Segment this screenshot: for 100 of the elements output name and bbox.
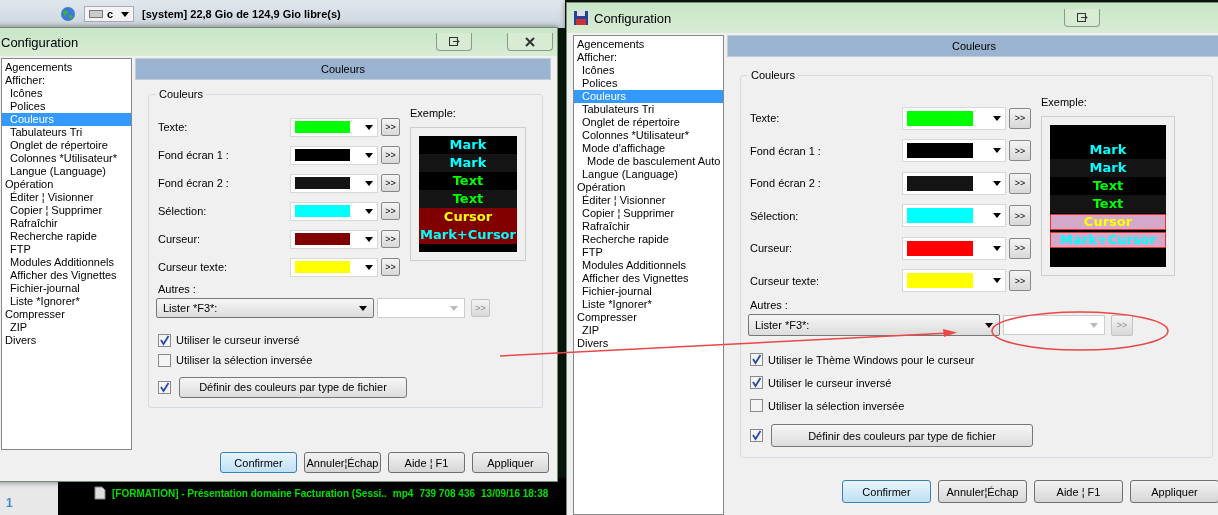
sidebar-item[interactable]: FTP (574, 246, 723, 259)
sidebar-item[interactable]: Liste *Ignorer* (574, 298, 723, 311)
dialog-button[interactable]: Aide ¦ F1 (388, 452, 465, 473)
sidebar-item[interactable]: Mode d'affichage (574, 142, 723, 155)
checkbox[interactable] (750, 353, 763, 366)
sidebar-item[interactable]: Opération (2, 178, 131, 191)
sidebar-item[interactable]: Recherche rapide (2, 230, 131, 243)
sidebar-item[interactable]: Fichier-journal (574, 285, 723, 298)
sidebar-item[interactable]: Compresser (574, 311, 723, 324)
sidebar-item[interactable]: Colonnes *Utilisateur* (574, 129, 723, 142)
sidebar-item[interactable]: Langue (Language) (2, 165, 131, 178)
sidebar-item[interactable]: Mode de basculement Auto (574, 155, 723, 168)
color-dropdown[interactable] (902, 269, 1006, 293)
sidebar-item[interactable]: Tabulateurs Tri (574, 103, 723, 116)
others-dropdown[interactable]: Lister *F3*: (156, 298, 374, 318)
sidebar-item[interactable]: Liste *Ignorer* (2, 295, 131, 308)
sidebar-item[interactable]: Recherche rapide (574, 233, 723, 246)
sidebar-item[interactable]: Afficher des Vignettes (2, 269, 131, 282)
restore-button[interactable] (1064, 9, 1100, 27)
more-button[interactable]: >> (381, 230, 400, 248)
sidebar-item[interactable]: Onglet de répertoire (574, 116, 723, 129)
more-button[interactable]: >> (1009, 237, 1031, 259)
color-dropdown[interactable] (902, 139, 1006, 163)
checkbox-label[interactable]: Utiliser la sélection inversée (768, 399, 905, 412)
sidebar-item[interactable]: Agencements (2, 61, 131, 74)
define-colors-button[interactable]: Définir des couleurs par type de fichier (179, 376, 407, 398)
dialog-button[interactable]: Aide ¦ F1 (1034, 480, 1123, 503)
define-colors-button[interactable]: Définir des couleurs par type de fichier (771, 424, 1033, 447)
more-button[interactable]: >> (1009, 140, 1031, 162)
sidebar-item[interactable]: Tabulateurs Tri (2, 126, 131, 139)
checkbox[interactable] (750, 399, 763, 412)
dialog-button[interactable]: Confirmer (220, 452, 297, 473)
color-dropdown[interactable] (290, 145, 378, 165)
restore-button[interactable] (436, 33, 472, 51)
drive-dropdown[interactable]: c (84, 6, 134, 22)
sidebar-item[interactable]: ZIP (574, 324, 723, 337)
more-button[interactable]: >> (381, 118, 400, 136)
color-dropdown[interactable] (902, 171, 1006, 195)
globe-icon[interactable] (60, 6, 76, 22)
sidebar-item[interactable]: Copier ¦ Supprimer (2, 204, 131, 217)
color-dropdown[interactable] (290, 173, 378, 193)
color-dropdown[interactable] (902, 236, 1006, 260)
close-button[interactable] (507, 33, 553, 51)
sidebar-item[interactable]: Polices (574, 77, 723, 90)
dialog-button[interactable]: Annuler¦Échap (938, 480, 1027, 503)
more-button[interactable]: >> (381, 174, 400, 192)
more-button[interactable]: >> (381, 202, 400, 220)
more-button[interactable]: >> (1009, 107, 1031, 129)
more-button[interactable]: >> (381, 146, 400, 164)
sidebar-item[interactable]: Agencements (574, 38, 723, 51)
sidebar-item[interactable]: Afficher des Vignettes (574, 272, 723, 285)
sidebar-item[interactable]: Copier ¦ Supprimer (574, 207, 723, 220)
sidebar-item[interactable]: Afficher: (2, 74, 131, 87)
sidebar-item[interactable]: Rafraîchir (2, 217, 131, 230)
sidebar-item[interactable]: Rafraîchir (574, 220, 723, 233)
others-dropdown[interactable]: Lister *F3*: (748, 314, 1000, 336)
field-label: Curseur texte: (750, 274, 821, 287)
sidebar-item[interactable]: ZIP (2, 321, 131, 334)
sidebar-item[interactable]: Polices (2, 100, 131, 113)
dialog-button[interactable]: Appliquer (472, 452, 549, 473)
sidebar-item[interactable]: Divers (574, 337, 723, 350)
dialog-button[interactable]: Confirmer (842, 480, 931, 503)
color-dropdown[interactable] (902, 106, 1006, 130)
sidebar-item[interactable]: Fichier-journal (2, 282, 131, 295)
sidebar-item[interactable]: FTP (2, 243, 131, 256)
file-name[interactable]: [FORMATION] - Présentation domaine Facturation (Sessi.. (112, 487, 387, 499)
sidebar-item[interactable]: Opération (574, 181, 723, 194)
more-button[interactable]: >> (381, 258, 400, 276)
dialog-button[interactable]: Appliquer (1130, 480, 1218, 503)
checkbox[interactable] (750, 376, 763, 389)
checkbox[interactable] (158, 333, 171, 347)
checkbox[interactable] (158, 353, 171, 367)
checkbox-label[interactable]: Utiliser le curseur inversé (176, 334, 300, 346)
sidebar-item[interactable]: Icônes (574, 64, 723, 77)
more-button[interactable]: >> (1009, 270, 1031, 292)
sidebar-item[interactable]: Colonnes *Utilisateur* (2, 152, 131, 165)
group-title: Couleurs (748, 69, 799, 81)
dialog-button[interactable]: Annuler¦Échap (304, 452, 381, 473)
color-dropdown[interactable] (290, 229, 378, 249)
checkbox-label[interactable]: Utiliser la sélection inversée (176, 354, 313, 366)
sidebar-item[interactable]: Éditer ¦ Visionner (2, 191, 131, 204)
more-button[interactable]: >> (1009, 205, 1031, 227)
color-dropdown[interactable] (290, 117, 378, 137)
sidebar-item[interactable]: Modules Additionnels (574, 259, 723, 272)
color-dropdown[interactable] (290, 201, 378, 221)
color-dropdown[interactable] (290, 257, 378, 277)
sidebar-item[interactable]: Icônes (2, 87, 131, 100)
sidebar-item[interactable]: Éditer ¦ Visionner (574, 194, 723, 207)
color-dropdown[interactable] (902, 204, 1006, 228)
checkbox-label[interactable]: Utiliser le curseur inversé (768, 376, 892, 389)
sidebar-item[interactable]: Divers (2, 334, 131, 347)
sidebar-item[interactable]: Compresser (2, 308, 131, 321)
sidebar-item[interactable]: Langue (Language) (574, 168, 723, 181)
sidebar-item[interactable]: Afficher: (574, 51, 723, 64)
sidebar-item[interactable]: Onglet de répertoire (2, 139, 131, 152)
checkbox-label[interactable]: Utiliser le Thème Windows pour le curseur (768, 353, 975, 366)
more-button[interactable]: >> (1009, 172, 1031, 194)
sidebar-item[interactable]: Modules Additionnels (2, 256, 131, 269)
checkbox[interactable] (158, 380, 171, 394)
checkbox[interactable] (750, 429, 763, 442)
